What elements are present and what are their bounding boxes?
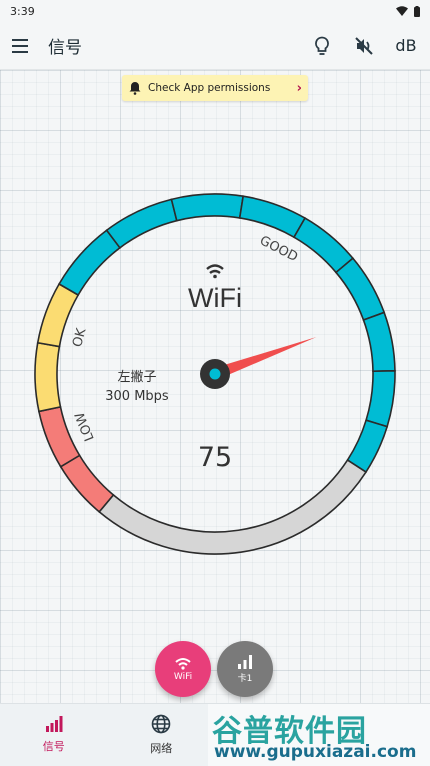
gauge-segment <box>105 198 178 249</box>
cell-signal-icon <box>238 654 252 669</box>
gauge-zone-label: OK <box>70 326 89 348</box>
link-speed: 300 Mbps <box>105 389 169 404</box>
gauge-segment <box>170 193 245 222</box>
globe-icon <box>151 714 171 734</box>
signal-value: 75 <box>198 442 232 473</box>
watermark-url: www.gupuxiazai.com <box>214 742 417 762</box>
nav-item-network[interactable]: 网络 <box>108 704 216 766</box>
gauge-needle <box>200 337 317 389</box>
gauge-segment <box>362 311 396 373</box>
network-type-label: WiFi <box>188 283 242 313</box>
gauge-segment <box>98 458 368 555</box>
wifi-gauge-icon <box>206 264 224 279</box>
sim1-tab-button[interactable]: 卡1 <box>217 641 273 697</box>
wifi-tab-button[interactable]: WiFi <box>155 641 211 697</box>
gauge-zone-label: LOW <box>73 410 98 443</box>
nav-network-label: 网络 <box>150 742 173 755</box>
needle-hub-center <box>209 368 221 380</box>
nav-signal-label: 信号 <box>42 740 65 753</box>
signal-bars-icon <box>45 716 63 732</box>
gauge-zone-label: GOOD <box>257 233 300 265</box>
gauge-segment <box>365 370 396 428</box>
gauge-segment <box>34 341 62 413</box>
wifi-tab-label: WiFi <box>173 671 193 682</box>
nav-item-signal[interactable]: 信号 <box>0 704 108 766</box>
wifi-ssid: 左撇子 <box>117 370 156 385</box>
gauge-zone-labels: LOW OK GOOD <box>70 233 300 443</box>
gauge-segment <box>292 217 355 274</box>
gauge-segment <box>58 229 122 297</box>
gauge-segment <box>238 195 307 239</box>
sim1-tab-label: 卡1 <box>237 673 253 684</box>
watermark: 谷普软件园 www.gupuxiazai.com <box>208 704 430 766</box>
wifi-icon <box>175 657 191 670</box>
signal-gauge: LOW OK GOOD WiFi 左撇子 300 Mbps 75 <box>34 193 396 555</box>
gauge-segment <box>334 257 386 321</box>
